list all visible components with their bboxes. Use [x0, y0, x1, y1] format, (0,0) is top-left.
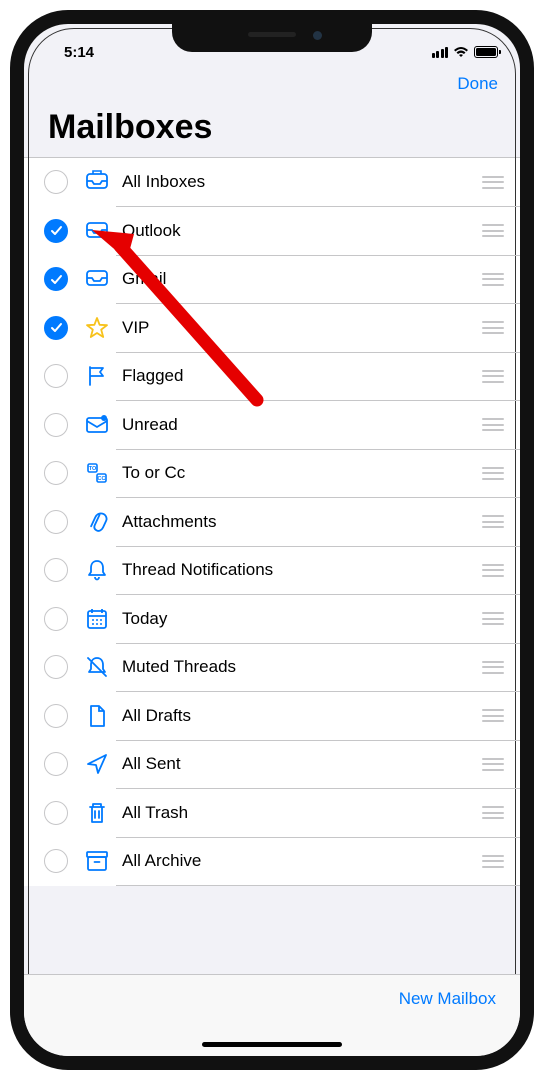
bell-icon [82, 558, 112, 582]
done-button[interactable]: Done [457, 74, 498, 94]
selection-checkbox[interactable] [44, 267, 68, 291]
bottom-toolbar: New Mailbox [24, 974, 520, 1056]
drag-handle-icon[interactable] [482, 418, 504, 431]
drag-handle-icon[interactable] [482, 273, 504, 286]
mailbox-label: Gmail [122, 269, 482, 289]
inbox-icon [82, 219, 112, 243]
trash-icon [82, 801, 112, 825]
selection-checkbox[interactable] [44, 413, 68, 437]
list-item[interactable]: VIP [24, 304, 520, 353]
battery-icon [474, 46, 498, 58]
drag-handle-icon[interactable] [482, 661, 504, 674]
drag-handle-icon[interactable] [482, 515, 504, 528]
mailbox-label: Outlook [122, 221, 482, 241]
cellular-signal-icon [432, 47, 449, 58]
archive-icon [82, 849, 112, 873]
list-item[interactable]: Gmail [24, 255, 520, 304]
selection-checkbox[interactable] [44, 655, 68, 679]
drag-handle-icon[interactable] [482, 709, 504, 722]
paperclip-icon [82, 510, 112, 534]
home-indicator [202, 1042, 342, 1047]
tocc-icon [82, 461, 112, 485]
list-item[interactable]: All Inboxes [24, 158, 520, 207]
drag-handle-icon[interactable] [482, 176, 504, 189]
mailbox-label: All Drafts [122, 706, 482, 726]
draft-icon [82, 704, 112, 728]
star-icon [82, 316, 112, 340]
notch [172, 18, 372, 52]
mailbox-label: Today [122, 609, 482, 629]
status-time: 5:14 [24, 44, 134, 61]
mailbox-label: Attachments [122, 512, 482, 532]
drag-handle-icon[interactable] [482, 855, 504, 868]
all-inboxes-icon [82, 170, 112, 194]
selection-checkbox[interactable] [44, 849, 68, 873]
list-item[interactable]: Attachments [24, 498, 520, 547]
list-item[interactable]: All Sent [24, 740, 520, 789]
selection-checkbox[interactable] [44, 801, 68, 825]
mailbox-label: All Archive [122, 851, 482, 871]
mailbox-label: Flagged [122, 366, 482, 386]
list-item[interactable]: Unread [24, 401, 520, 450]
drag-handle-icon[interactable] [482, 321, 504, 334]
list-item[interactable]: Thread Notifications [24, 546, 520, 595]
list-item[interactable]: To or Cc [24, 449, 520, 498]
mailbox-label: All Sent [122, 754, 482, 774]
mailbox-label: To or Cc [122, 463, 482, 483]
list-item[interactable]: Flagged [24, 352, 520, 401]
page-title: Mailboxes [24, 102, 520, 157]
list-item[interactable]: All Archive [24, 837, 520, 886]
selection-checkbox[interactable] [44, 461, 68, 485]
list-item[interactable]: Today [24, 595, 520, 644]
calendar-icon [82, 607, 112, 631]
drag-handle-icon[interactable] [482, 612, 504, 625]
drag-handle-icon[interactable] [482, 370, 504, 383]
mailbox-label: Thread Notifications [122, 560, 482, 580]
new-mailbox-button[interactable]: New Mailbox [399, 989, 496, 1009]
unread-icon [82, 413, 112, 437]
selection-checkbox[interactable] [44, 510, 68, 534]
bell-slash-icon [82, 655, 112, 679]
flag-icon [82, 364, 112, 388]
mailbox-label: VIP [122, 318, 482, 338]
drag-handle-icon[interactable] [482, 758, 504, 771]
mailbox-label: Unread [122, 415, 482, 435]
list-item[interactable]: Muted Threads [24, 643, 520, 692]
mailbox-label: Muted Threads [122, 657, 482, 677]
mailbox-list: All Inboxes Outlook Gmail VIP Flagged Unread T… [24, 157, 520, 886]
selection-checkbox[interactable] [44, 752, 68, 776]
sent-icon [82, 752, 112, 776]
drag-handle-icon[interactable] [482, 224, 504, 237]
mailbox-label: All Inboxes [122, 172, 482, 192]
selection-checkbox[interactable] [44, 170, 68, 194]
phone-frame: 5:14 Done Mailboxes All Inboxes Outlook Gm… [10, 10, 534, 1070]
list-item[interactable]: All Drafts [24, 692, 520, 741]
inbox-icon [82, 267, 112, 291]
drag-handle-icon[interactable] [482, 467, 504, 480]
selection-checkbox[interactable] [44, 364, 68, 388]
mailbox-label: All Trash [122, 803, 482, 823]
list-item[interactable]: Outlook [24, 207, 520, 256]
wifi-icon [453, 46, 469, 58]
selection-checkbox[interactable] [44, 219, 68, 243]
selection-checkbox[interactable] [44, 704, 68, 728]
nav-bar: Done [24, 68, 520, 102]
list-item[interactable]: All Trash [24, 789, 520, 838]
drag-handle-icon[interactable] [482, 564, 504, 577]
selection-checkbox[interactable] [44, 607, 68, 631]
drag-handle-icon[interactable] [482, 806, 504, 819]
selection-checkbox[interactable] [44, 316, 68, 340]
selection-checkbox[interactable] [44, 558, 68, 582]
